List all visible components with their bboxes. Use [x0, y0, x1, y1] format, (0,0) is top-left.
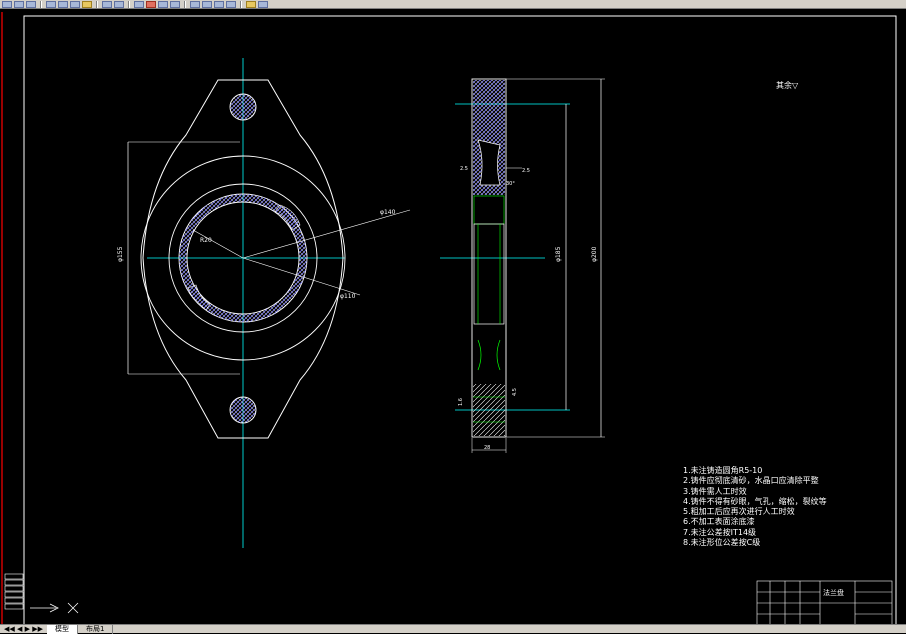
- pan-icon[interactable]: [134, 0, 144, 8]
- open-icon[interactable]: [14, 0, 24, 8]
- cut-icon[interactable]: [58, 0, 68, 8]
- standard-toolbar: [0, 0, 906, 9]
- section-view: φ185 φ200 2.5 2.5 30° 28 1.6 4.5: [440, 78, 605, 453]
- save-icon[interactable]: [26, 0, 36, 8]
- note-line: 5.粗加工后应再次进行人工时效: [683, 507, 795, 517]
- dim-label: 28: [484, 445, 490, 451]
- dim-label: φ185: [555, 246, 562, 262]
- properties-icon[interactable]: [190, 0, 200, 8]
- tab-model[interactable]: 模型: [46, 624, 78, 634]
- toolbar-separator: [184, 0, 186, 8]
- tool-palettes-icon[interactable]: [214, 0, 224, 8]
- surface-roughness-note: 其余▽: [776, 81, 799, 90]
- dim-label: φ155: [117, 246, 124, 262]
- help-icon[interactable]: [258, 0, 268, 8]
- tab-nav-arrows[interactable]: ◀◀ ◀ ▶ ▶▶: [0, 625, 47, 633]
- note-line: 6.不加工表面涂底漆: [683, 517, 755, 527]
- dim-label: 1.6: [458, 398, 464, 406]
- ucs-icon: [30, 602, 79, 614]
- dim-label: 2.5: [522, 168, 530, 174]
- undo-icon[interactable]: [102, 0, 112, 8]
- part-name: 法兰盘: [823, 589, 844, 597]
- layout-tabs-bar: ◀◀ ◀ ▶ ▶▶ 模型 布局1: [0, 624, 906, 634]
- dim-label: φ200: [591, 246, 598, 262]
- paste-icon[interactable]: [82, 0, 92, 8]
- note-line: 3.铸件需人工时效: [683, 486, 747, 496]
- dim-label: R20: [200, 237, 212, 244]
- toolbar-separator: [128, 0, 130, 8]
- dim-label: 30°: [506, 181, 515, 187]
- technical-requirements: 1.未注铸造圆角R5-10 2.铸件应彻底清砂，水晶口应清除平整 3.铸件需人工…: [683, 466, 827, 548]
- toolbar-separator: [96, 0, 98, 8]
- zoom-icon[interactable]: [146, 0, 156, 8]
- note-line: 1.未注铸造圆角R5-10: [683, 466, 763, 475]
- front-view: φ155 R20 φ110 φ140: [117, 58, 411, 548]
- zoom-window-icon[interactable]: [158, 0, 168, 8]
- print-icon[interactable]: [46, 0, 56, 8]
- toolbar-separator: [240, 0, 242, 8]
- redo-icon[interactable]: [114, 0, 124, 8]
- note-line: 8.未注形位公差按C级: [683, 538, 761, 548]
- layer-icon[interactable]: [246, 0, 256, 8]
- toolbar-separator: [40, 0, 42, 8]
- note-line: 2.铸件应彻底清砂，水晶口应清除平整: [683, 476, 819, 486]
- tab-layout1[interactable]: 布局1: [78, 624, 114, 634]
- note-line: 7.未注公差按IT14级: [683, 527, 757, 537]
- dim-label: φ140: [380, 209, 396, 216]
- new-icon[interactable]: [2, 0, 12, 8]
- dim-label: 2.5: [460, 166, 468, 172]
- note-line: 4.铸件不得有砂眼，气孔，缩松，裂纹等: [683, 496, 827, 506]
- copy-icon[interactable]: [70, 0, 80, 8]
- calculator-icon[interactable]: [226, 0, 236, 8]
- ucs-panel: [4, 573, 24, 610]
- dim-label: φ110: [340, 293, 356, 300]
- dim-label: 4.5: [512, 388, 518, 396]
- design-center-icon[interactable]: [202, 0, 212, 8]
- zoom-previous-icon[interactable]: [170, 0, 180, 8]
